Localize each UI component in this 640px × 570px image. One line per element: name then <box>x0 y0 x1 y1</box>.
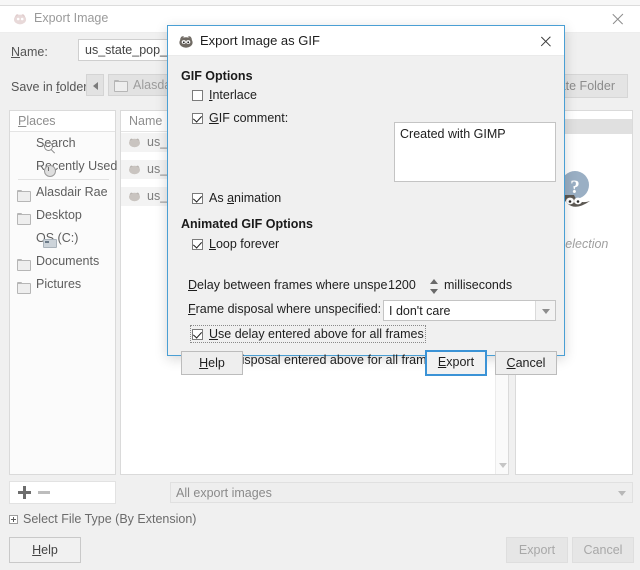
places-item-label: Pictures <box>36 277 82 291</box>
main-window-title: Export Image <box>34 11 109 25</box>
places-item-pictures[interactable]: Pictures <box>10 273 115 296</box>
gimp-image-icon <box>128 137 141 148</box>
export-button: Export <box>506 537 568 563</box>
gif-comment-textarea[interactable]: Created with GIMP <box>394 122 556 182</box>
gimp-wilber-icon <box>178 34 194 49</box>
file-filter-select[interactable]: All export images <box>170 482 633 503</box>
checkbox-box <box>192 90 203 101</box>
places-item-label: Search <box>36 136 76 150</box>
places-panel: Places Search Recently Used Alasdair Rae… <box>9 110 117 475</box>
folder-icon <box>17 255 31 271</box>
folder-icon <box>17 278 31 294</box>
frame-disposal-select[interactable]: I don't care <box>383 300 556 321</box>
places-item-recently-used[interactable]: Recently Used <box>10 155 117 178</box>
back-arrow-icon <box>93 82 98 90</box>
interlace-checkbox[interactable]: Interlace <box>192 88 257 102</box>
file-filter-value: All export images <box>176 486 272 500</box>
gif-dialog-body: GIF Options Interlace GIF comment: Creat… <box>168 56 564 376</box>
places-item-search[interactable]: Search <box>10 132 115 155</box>
places-header: Places <box>10 111 115 132</box>
close-icon[interactable] <box>609 10 627 28</box>
chevron-down-icon[interactable] <box>499 463 507 468</box>
use-disposal-all-frames-label: Use disposal entered above for all frame… <box>209 353 440 367</box>
delay-label: Delay between frames where unspecified: <box>188 278 421 292</box>
frame-disposal-label: Frame disposal where unspecified: <box>188 302 382 316</box>
places-item-alasdair-rae[interactable]: Alasdair Rae <box>10 181 115 204</box>
delay-value: 1200 <box>388 278 416 292</box>
places-item-label: Desktop <box>36 208 82 222</box>
checkbox-box <box>192 113 203 124</box>
use-delay-all-frames-label: Use delay entered above for all frames <box>209 327 424 341</box>
screen-root: Export Image Name: us_state_pop_201 Save… <box>0 0 640 570</box>
places-item-documents[interactable]: Documents <box>10 250 115 273</box>
name-field-label: Name: <box>11 45 48 59</box>
checkbox-box <box>192 193 203 204</box>
as-animation-label: As animation <box>209 191 282 205</box>
folder-icon <box>114 80 128 92</box>
gimp-wilber-icon <box>13 12 28 26</box>
places-item-label: Documents <box>36 254 100 268</box>
chevron-down-icon[interactable] <box>430 289 438 294</box>
svg-text:?: ? <box>570 177 580 198</box>
interlace-label: Interlace <box>209 88 257 102</box>
animated-gif-options-section-title: Animated GIF Options <box>181 217 313 231</box>
cancel-button: Cancel <box>572 537 634 563</box>
expand-plus-icon <box>9 515 18 524</box>
folder-icon <box>17 186 31 202</box>
places-item-os-c[interactable]: OS (C:) <box>10 227 115 250</box>
gif-comment-label: GIF comment: <box>209 111 289 125</box>
places-item-label: Alasdair Rae <box>36 185 108 199</box>
chevron-down-icon <box>542 309 550 314</box>
select-file-type-label: Select File Type (By Extension) <box>23 512 197 526</box>
spinner-arrows[interactable] <box>428 277 439 296</box>
as-animation-checkbox[interactable]: As animation <box>192 191 281 205</box>
loop-forever-label: Loop forever <box>209 237 280 251</box>
places-item-desktop[interactable]: Desktop <box>10 204 115 227</box>
gif-comment-checkbox[interactable]: GIF comment: <box>192 111 288 125</box>
folder-icon <box>17 209 31 225</box>
chevron-up-icon[interactable] <box>430 279 438 284</box>
places-divider <box>18 179 109 180</box>
close-icon[interactable] <box>538 33 554 49</box>
minus-icon <box>38 491 50 494</box>
gimp-image-icon <box>128 191 141 202</box>
plus-icon[interactable] <box>18 486 31 499</box>
gif-help-button[interactable]: Help <box>181 351 243 375</box>
export-gif-dialog: Export Image as GIF GIF Options Interlac… <box>167 25 565 376</box>
checkbox-box <box>192 329 203 340</box>
checkbox-box <box>192 239 203 250</box>
save-folder-label: Save in folder: <box>11 80 91 94</box>
gimp-image-icon <box>128 164 141 175</box>
select-dropdown-button[interactable] <box>535 301 555 320</box>
gif-cancel-button[interactable]: Cancel <box>495 351 557 375</box>
help-button[interactable]: Help <box>9 537 81 563</box>
chevron-down-icon <box>618 491 626 496</box>
select-file-type-expander[interactable]: Select File Type (By Extension) <box>9 512 196 526</box>
use-delay-all-frames-checkbox[interactable]: Use delay entered above for all frames <box>190 325 426 343</box>
frame-disposal-value: I don't care <box>389 304 451 318</box>
folder-back-button[interactable] <box>86 74 104 96</box>
gif-export-button[interactable]: Export <box>425 350 487 376</box>
places-add-remove-bar <box>9 481 116 504</box>
gif-options-section-title: GIF Options <box>181 69 253 83</box>
delay-spinner[interactable]: 1200 <box>388 277 438 296</box>
gif-dialog-title: Export Image as GIF <box>200 33 320 48</box>
delay-units-label: milliseconds <box>444 278 513 292</box>
gif-dialog-titlebar: Export Image as GIF <box>168 26 564 56</box>
loop-forever-checkbox[interactable]: Loop forever <box>192 237 279 251</box>
